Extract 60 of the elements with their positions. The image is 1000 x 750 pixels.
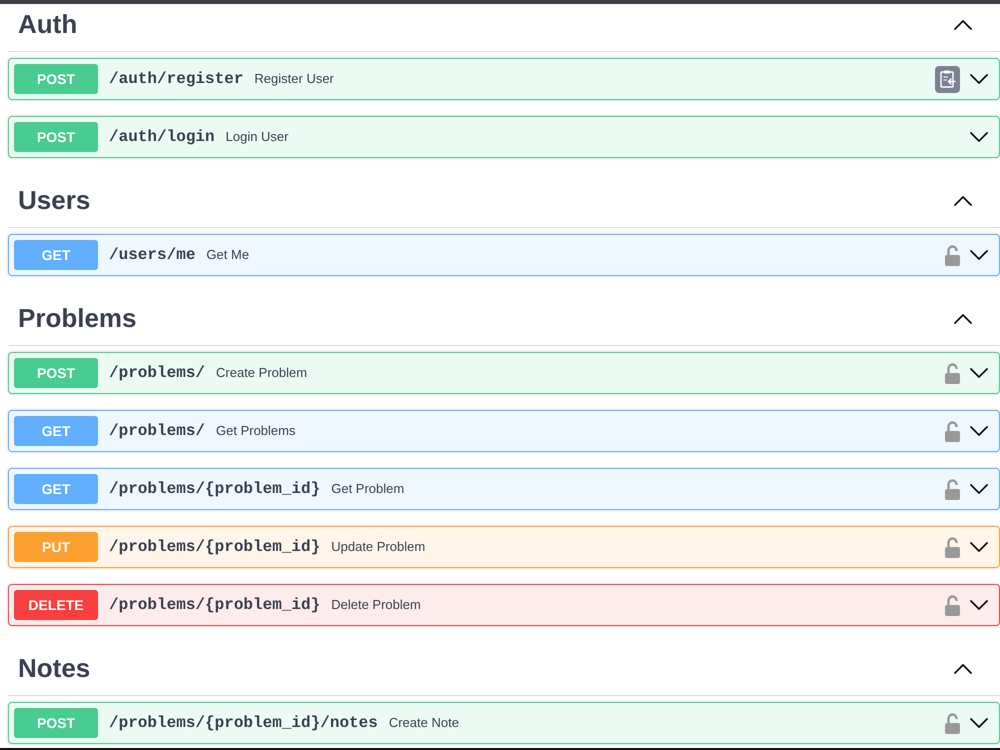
endpoint-summary: Get Me xyxy=(206,246,250,264)
method-badge: DELETE xyxy=(14,590,98,620)
endpoint-path: /users/me xyxy=(109,245,196,266)
endpoint-path: /auth/login xyxy=(109,127,215,148)
method-badge: GET xyxy=(14,474,98,504)
method-badge: POST xyxy=(14,122,98,152)
method-badge: POST xyxy=(14,708,98,738)
chevron-up-icon[interactable] xyxy=(954,196,972,206)
unlocked-padlock-icon[interactable] xyxy=(945,420,960,442)
section-title[interactable]: Users xyxy=(18,186,90,215)
method-badge: POST xyxy=(14,358,98,388)
unlocked-padlock-icon[interactable] xyxy=(945,362,960,384)
chevron-down-icon[interactable] xyxy=(970,718,988,728)
endpoint-path: /problems/ xyxy=(109,421,206,442)
chevron-down-icon[interactable] xyxy=(970,542,988,552)
chevron-down-icon[interactable] xyxy=(970,132,988,142)
endpoint-row[interactable]: POST /auth/login Login User xyxy=(8,116,1000,158)
endpoint-path: /problems/ xyxy=(109,363,206,384)
chevron-down-icon[interactable] xyxy=(970,484,988,494)
endpoint-row[interactable]: GET /users/me Get Me xyxy=(8,234,1000,276)
unlocked-padlock-icon[interactable] xyxy=(945,244,960,266)
endpoint-summary: Register User xyxy=(254,70,334,88)
method-badge: GET xyxy=(14,240,98,270)
endpoint-row[interactable]: POST /problems/{problem_id}/notes Create Note xyxy=(8,702,1000,744)
chevron-up-icon[interactable] xyxy=(954,20,972,30)
chevron-down-icon[interactable] xyxy=(970,74,988,84)
section-title[interactable]: Auth xyxy=(18,10,78,39)
endpoint-path: /problems/{problem_id} xyxy=(109,595,320,616)
endpoint-summary: Delete Problem xyxy=(331,596,421,614)
endpoint-path: /problems/{problem_id} xyxy=(109,537,320,558)
endpoint-summary: Update Problem xyxy=(331,538,426,556)
section-title[interactable]: Problems xyxy=(18,304,136,333)
endpoint-summary: Get Problems xyxy=(216,422,296,440)
endpoint-path: /auth/register xyxy=(109,69,244,90)
chevron-down-icon[interactable] xyxy=(970,368,988,378)
endpoint-summary: Create Problem xyxy=(216,364,308,382)
section-title[interactable]: Notes xyxy=(18,654,90,683)
endpoint-row[interactable]: POST /problems/ Create Problem xyxy=(8,352,1000,394)
clipboard-icon[interactable] xyxy=(935,66,960,92)
endpoint-path: /problems/{problem_id} xyxy=(109,479,320,500)
chevron-down-icon[interactable] xyxy=(970,250,988,260)
endpoint-summary: Create Note xyxy=(388,714,459,732)
endpoint-row[interactable]: DELETE /problems/{problem_id} Delete Problem xyxy=(8,584,1000,626)
endpoint-path: /problems/{problem_id}/notes xyxy=(109,713,378,734)
unlocked-padlock-icon[interactable] xyxy=(945,536,960,558)
endpoint-row[interactable]: GET /problems/ Get Problems xyxy=(8,410,1000,452)
unlocked-padlock-icon[interactable] xyxy=(945,478,960,500)
method-badge: POST xyxy=(14,64,98,94)
endpoint-summary: Login User xyxy=(226,128,288,146)
chevron-down-icon[interactable] xyxy=(970,600,988,610)
endpoint-row[interactable]: GET /problems/{problem_id} Get Problem xyxy=(8,468,1000,510)
unlocked-padlock-icon[interactable] xyxy=(945,712,960,734)
endpoint-row[interactable]: PUT /problems/{problem_id} Update Problem xyxy=(8,526,1000,568)
chevron-up-icon[interactable] xyxy=(954,664,972,674)
endpoint-summary: Get Problem xyxy=(331,480,404,498)
method-badge: GET xyxy=(14,416,98,446)
method-badge: PUT xyxy=(14,532,98,562)
endpoint-row[interactable]: POST /auth/register Register User xyxy=(8,58,1000,100)
chevron-down-icon[interactable] xyxy=(970,426,988,436)
chevron-up-icon[interactable] xyxy=(954,314,972,324)
